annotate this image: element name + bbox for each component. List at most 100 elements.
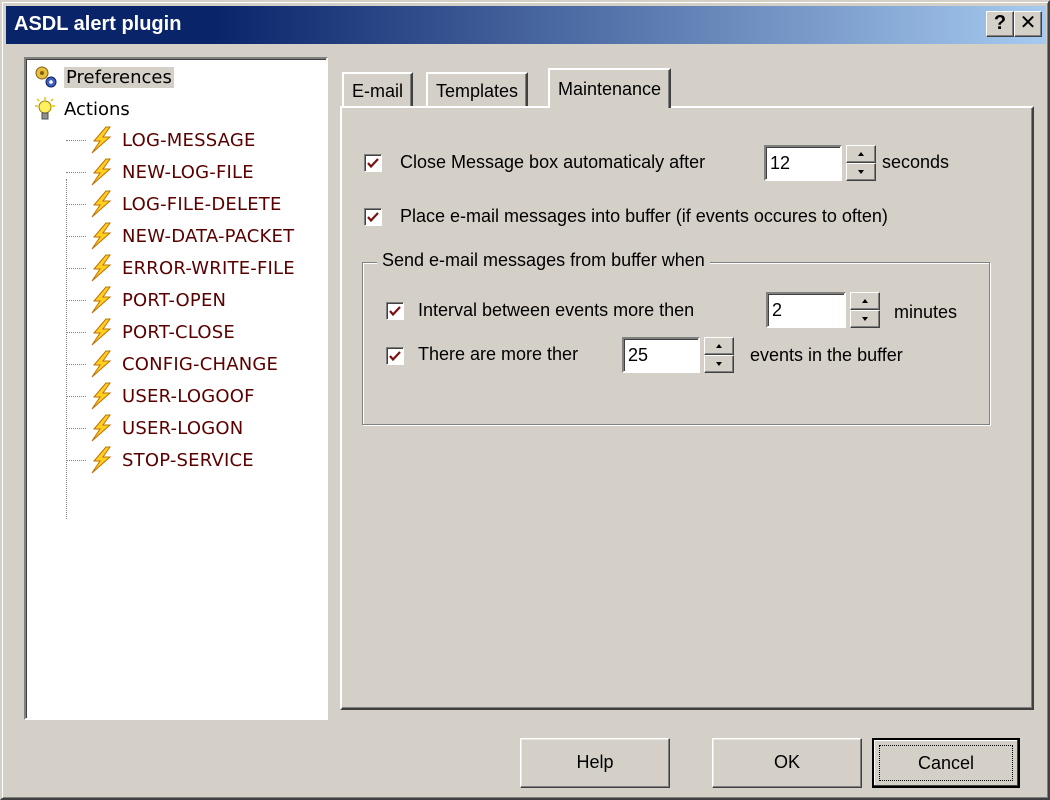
event-count-spinner[interactable] [704, 337, 734, 373]
help-button-label: Help [576, 752, 614, 772]
spin-up-button[interactable] [846, 145, 876, 163]
tree-item-label: USER-LOGOOF [122, 385, 255, 407]
event-count-input[interactable]: 25 [622, 337, 700, 373]
tree-connector [66, 331, 86, 333]
interval-minutes-spinner[interactable] [850, 292, 880, 328]
tree-item-label: PORT-OPEN [122, 289, 227, 311]
lightning-bolt-icon [88, 158, 114, 186]
tree-item-label: USER-LOGON [122, 417, 244, 439]
tree-item-label: ERROR-WRITE-FILE [122, 257, 295, 279]
tree-item-action[interactable]: NEW-DATA-PACKET [66, 221, 294, 251]
tree-item-action[interactable]: PORT-OPEN [66, 285, 226, 315]
check-icon [389, 306, 401, 317]
lightning-bolt-icon [88, 286, 114, 314]
count-checkbox[interactable] [386, 347, 404, 365]
tree-item-label: NEW-DATA-PACKET [122, 225, 295, 247]
tree-item-action[interactable]: PORT-CLOSE [66, 317, 235, 347]
lightning-bolt-icon [88, 446, 114, 474]
close-icon: ✕ [1019, 12, 1037, 34]
spin-down-button[interactable] [846, 163, 876, 181]
tree-connector [66, 235, 86, 237]
tree-item-action[interactable]: LOG-FILE-DELETE [66, 189, 282, 219]
tab-maintenance[interactable]: Maintenance [548, 68, 672, 108]
tree-item-label: LOG-FILE-DELETE [122, 193, 282, 215]
tree-connector [66, 427, 86, 429]
tree-label-actions: Actions [64, 98, 130, 120]
buffer-checkbox[interactable] [364, 208, 382, 226]
tab-label: Maintenance [558, 78, 662, 99]
window-title: ASDL alert plugin [14, 13, 182, 35]
tree-connector [66, 363, 86, 365]
buffer-label: Place e-mail messages into buffer (if ev… [400, 206, 888, 226]
spin-up-button[interactable] [850, 292, 880, 310]
seconds-label: seconds [882, 152, 950, 172]
arrow-up-icon [858, 152, 864, 156]
close-box-checkbox[interactable] [364, 154, 382, 172]
arrow-down-icon [716, 362, 722, 366]
close-box-label: Close Message box automaticaly after [400, 152, 706, 172]
count-label: There are more ther [418, 344, 579, 364]
settings-tree[interactable]: Preferences Actions LOG-MESSAGE NEW-LOG-F… [24, 57, 328, 720]
tree-connector [66, 459, 86, 461]
close-button[interactable]: ✕ [1014, 11, 1042, 37]
tree-label-preferences: Preferences [64, 66, 174, 88]
minutes-label: minutes [894, 302, 958, 322]
arrow-up-icon [862, 299, 868, 303]
interval-checkbox[interactable] [386, 302, 404, 320]
ok-button[interactable]: OK [712, 738, 862, 788]
tree-connector [66, 395, 86, 397]
arrow-down-icon [858, 170, 864, 174]
cancel-button[interactable]: Cancel [872, 738, 1020, 788]
tree-connector [66, 139, 86, 141]
lightning-bolt-icon [88, 190, 114, 218]
lightning-bolt-icon [88, 254, 114, 282]
tree-connector [66, 299, 86, 301]
group-legend: Send e-mail messages from buffer when [377, 250, 710, 271]
lightning-bolt-icon [88, 350, 114, 378]
tab-email[interactable]: E-mail [342, 72, 414, 108]
tree-item-label: NEW-LOG-FILE [122, 161, 254, 183]
help-button[interactable]: Help [520, 738, 670, 788]
title-bar[interactable]: ASDL alert plugin ? ✕ [6, 6, 1046, 44]
arrow-up-icon [716, 344, 722, 348]
tree-connector [66, 267, 86, 269]
check-icon [367, 158, 379, 169]
tree-connector [66, 171, 86, 173]
tree-item-action[interactable]: USER-LOGOOF [66, 381, 255, 411]
lightning-bolt-icon [88, 126, 114, 154]
tab-templates[interactable]: Templates [426, 72, 529, 108]
lightbulb-icon [32, 96, 60, 122]
tree-item-action[interactable]: CONFIG-CHANGE [66, 349, 278, 379]
close-seconds-input[interactable]: 12 [764, 145, 842, 181]
check-icon [389, 351, 401, 362]
close-seconds-spinner[interactable] [846, 145, 876, 181]
spin-up-button[interactable] [704, 337, 734, 355]
help-title-button[interactable]: ? [986, 11, 1014, 37]
tree-item-preferences[interactable]: Preferences [32, 63, 174, 91]
tree-item-label: LOG-MESSAGE [122, 129, 256, 151]
spin-down-button[interactable] [850, 310, 880, 328]
tree-connector [66, 203, 86, 205]
tree-item-action[interactable]: STOP-SERVICE [66, 445, 254, 475]
interval-minutes-input[interactable]: 2 [766, 292, 846, 328]
tab-label: E-mail [352, 80, 404, 101]
tree-item-label: STOP-SERVICE [122, 449, 254, 471]
lightning-bolt-icon [88, 414, 114, 442]
interval-label: Interval between events more then [418, 300, 695, 320]
tree-item-label: PORT-CLOSE [122, 321, 235, 343]
tree-item-action[interactable]: NEW-LOG-FILE [66, 157, 254, 187]
ok-button-label: OK [773, 752, 800, 772]
help-glyph: ? [993, 12, 1007, 34]
tree-item-action[interactable]: LOG-MESSAGE [66, 125, 256, 155]
preferences-icon [32, 64, 60, 90]
cancel-button-label: Cancel [917, 753, 975, 773]
lightning-bolt-icon [88, 222, 114, 250]
tree-item-action[interactable]: ERROR-WRITE-FILE [66, 253, 295, 283]
dialog-window: ASDL alert plugin ? ✕ Preferences Action… [0, 0, 1050, 800]
spin-down-button[interactable] [704, 355, 734, 373]
events-label: events in the buffer [750, 345, 903, 365]
tab-label: Templates [436, 80, 519, 101]
tree-item-actions[interactable]: Actions [32, 95, 130, 123]
arrow-down-icon [862, 317, 868, 321]
tree-item-action[interactable]: USER-LOGON [66, 413, 243, 443]
